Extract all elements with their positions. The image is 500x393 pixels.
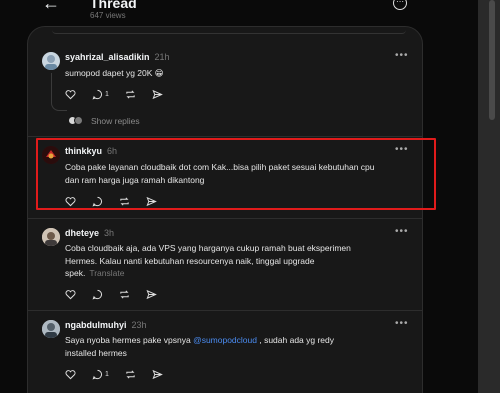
post-text: spek. Translate — [65, 268, 125, 278]
username[interactable]: syahrizal_alisadikin 21h — [65, 52, 170, 62]
show-replies-link[interactable]: Show replies — [91, 116, 140, 126]
avatar — [74, 116, 83, 125]
back-arrow-icon[interactable]: ← — [42, 0, 60, 12]
repost-icon[interactable] — [125, 369, 136, 380]
post-actions: 1 — [65, 368, 179, 380]
view-count: 647 views — [90, 11, 126, 20]
avatar[interactable] — [42, 228, 60, 246]
heart-icon[interactable] — [65, 89, 76, 100]
post-actions — [65, 288, 173, 300]
divider — [27, 218, 423, 219]
highlight-box — [36, 138, 436, 210]
mention-link[interactable]: @sumopodcloud — [193, 335, 257, 345]
thread-curve — [51, 101, 67, 111]
page-title: Thread — [90, 0, 137, 11]
comment-icon[interactable]: 1 — [92, 369, 109, 380]
heart-icon[interactable] — [65, 289, 76, 300]
thread-page: ← Thread 647 views ⋯ syahrizal_alisadiki… — [0, 0, 500, 393]
post-text: Hermes. Kalau nanti kebutuhan resourceny… — [65, 256, 315, 266]
post-text: Saya nyoba hermes pake vpsnya @sumopodcl… — [65, 335, 335, 345]
more-icon[interactable]: ⋯ — [393, 0, 407, 10]
post-text: installed hermes — [65, 348, 127, 358]
timestamp: 21h — [154, 52, 170, 62]
thread-line — [51, 73, 52, 103]
timestamp: 3h — [104, 228, 115, 238]
avatar[interactable] — [42, 52, 60, 70]
repost-icon[interactable] — [119, 289, 130, 300]
post-actions: 1 — [65, 88, 179, 100]
comment-icon[interactable]: 1 — [92, 89, 109, 100]
scrollbar[interactable] — [478, 0, 500, 393]
header: ← Thread 647 views ⋯ — [20, 0, 478, 26]
username[interactable]: dheteye 3h — [65, 228, 114, 238]
reply-count: 1 — [105, 90, 109, 98]
more-icon[interactable]: ••• — [395, 50, 409, 61]
heart-icon[interactable] — [65, 369, 76, 380]
username[interactable]: ngabdulmuhyi 23h — [65, 320, 147, 330]
timestamp: 23h — [131, 320, 147, 330]
divider — [27, 136, 423, 137]
translate-link[interactable]: Translate — [89, 268, 124, 278]
more-icon[interactable]: ••• — [395, 226, 409, 237]
send-icon[interactable] — [152, 369, 163, 380]
scrollbar-thumb[interactable] — [489, 0, 495, 120]
send-icon[interactable] — [146, 289, 157, 300]
more-icon[interactable]: ••• — [395, 318, 409, 329]
comment-icon[interactable] — [92, 289, 103, 300]
divider — [27, 310, 423, 311]
panel-top-edge — [52, 30, 406, 34]
repost-icon[interactable] — [125, 89, 136, 100]
send-icon[interactable] — [152, 89, 163, 100]
reply-count: 1 — [105, 370, 109, 378]
post-text: sumopod dapet yg 20K 😁 — [65, 68, 164, 78]
post-text: Coba cloudbaik aja, ada VPS yang hargany… — [65, 243, 351, 253]
avatar[interactable] — [42, 320, 60, 338]
